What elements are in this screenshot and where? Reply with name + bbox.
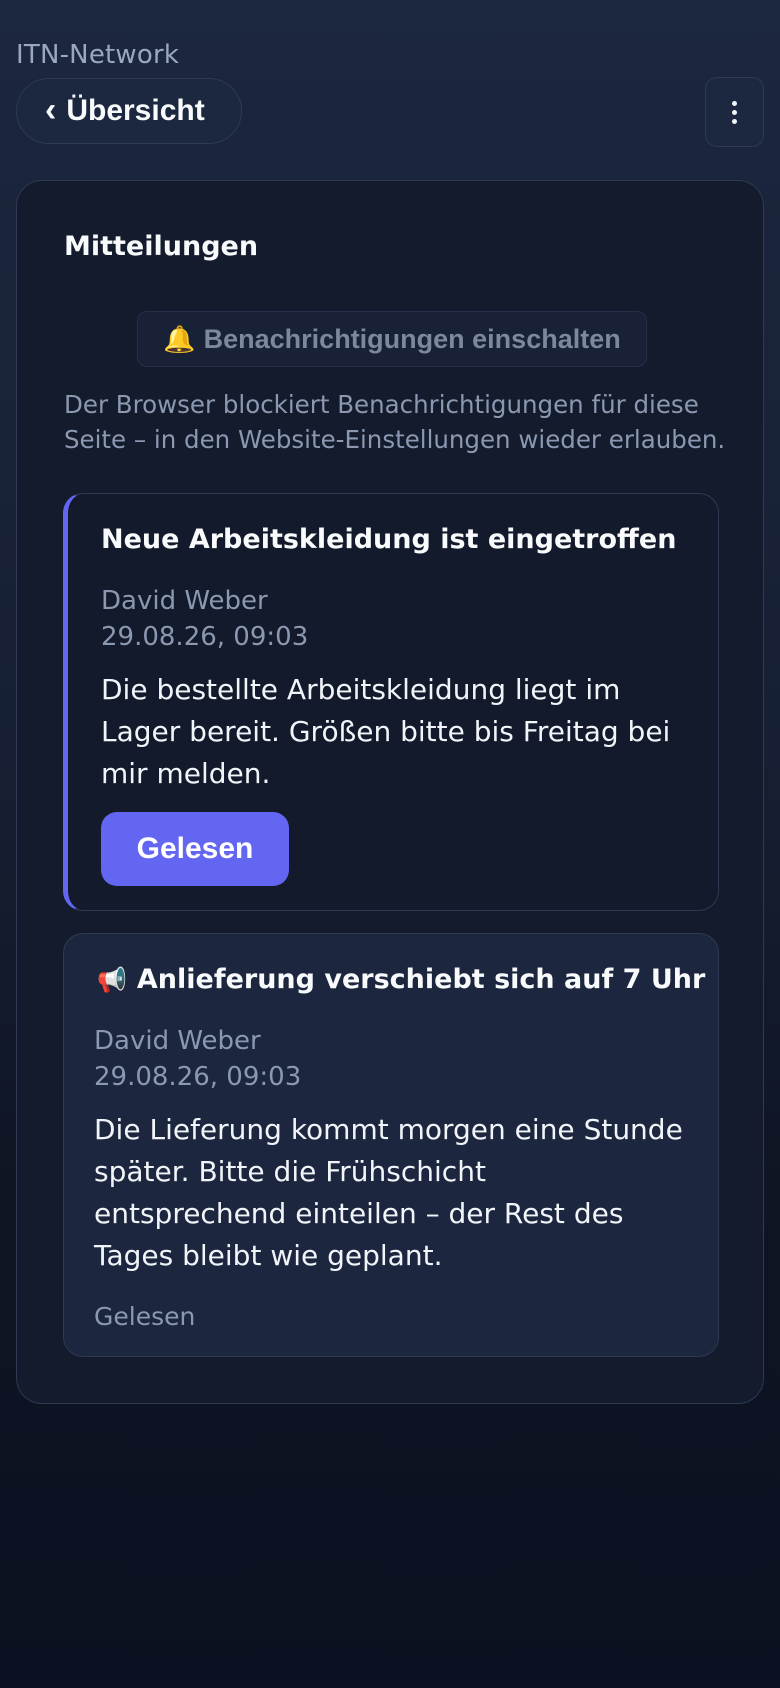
- message-body: Die Lieferung kommt morgen eine Stunde s…: [94, 1113, 683, 1272]
- message-title: 📢 Anlieferung verschiebt sich auf 7 Uhr: [97, 964, 705, 995]
- vertical-dots-icon: [732, 118, 737, 124]
- vertical-dots-icon: [732, 109, 737, 115]
- messages-panel: Mitteilungen 🔔 Benachrichtigungen einsch…: [16, 180, 764, 1404]
- message-card-read: 📢 Anlieferung verschiebt sich auf 7 Uhr D…: [63, 933, 719, 1357]
- back-button-label: Übersicht: [66, 94, 205, 127]
- app-name: ITN-Network: [16, 40, 180, 70]
- notifications-blocked-hint: Der Browser blockiert Benachrichtigungen…: [64, 390, 726, 454]
- panel-title: Mitteilungen: [64, 231, 259, 262]
- back-button[interactable]: ‹ Übersicht: [16, 78, 242, 144]
- megaphone-icon: 📢: [97, 966, 127, 994]
- message-date: 29.08.26, 09:03: [94, 1062, 302, 1092]
- message-author: David Weber: [94, 1026, 261, 1056]
- message-author: David Weber: [101, 586, 268, 616]
- read-status-label: Gelesen: [94, 1302, 196, 1331]
- message-title-text: Anlieferung verschiebt sich auf 7 Uhr: [136, 964, 706, 995]
- mark-read-button[interactable]: Gelesen: [101, 812, 289, 886]
- enable-notifications-button[interactable]: 🔔 Benachrichtigungen einschalten: [137, 311, 647, 367]
- vertical-dots-icon: [732, 100, 737, 106]
- message-date: 29.08.26, 09:03: [101, 622, 309, 652]
- enable-notifications-label: Benachrichtigungen einschalten: [203, 323, 621, 354]
- bell-icon: 🔔: [163, 323, 196, 354]
- chevron-left-icon: ‹: [45, 90, 57, 129]
- message-title: Neue Arbeitskleidung ist eingetroffen: [101, 524, 677, 555]
- more-menu-button[interactable]: [705, 77, 764, 147]
- message-body: Die bestellte Arbeitskleidung liegt im L…: [101, 673, 671, 790]
- message-card-unread: Neue Arbeitskleidung ist eingetroffen Da…: [63, 493, 719, 911]
